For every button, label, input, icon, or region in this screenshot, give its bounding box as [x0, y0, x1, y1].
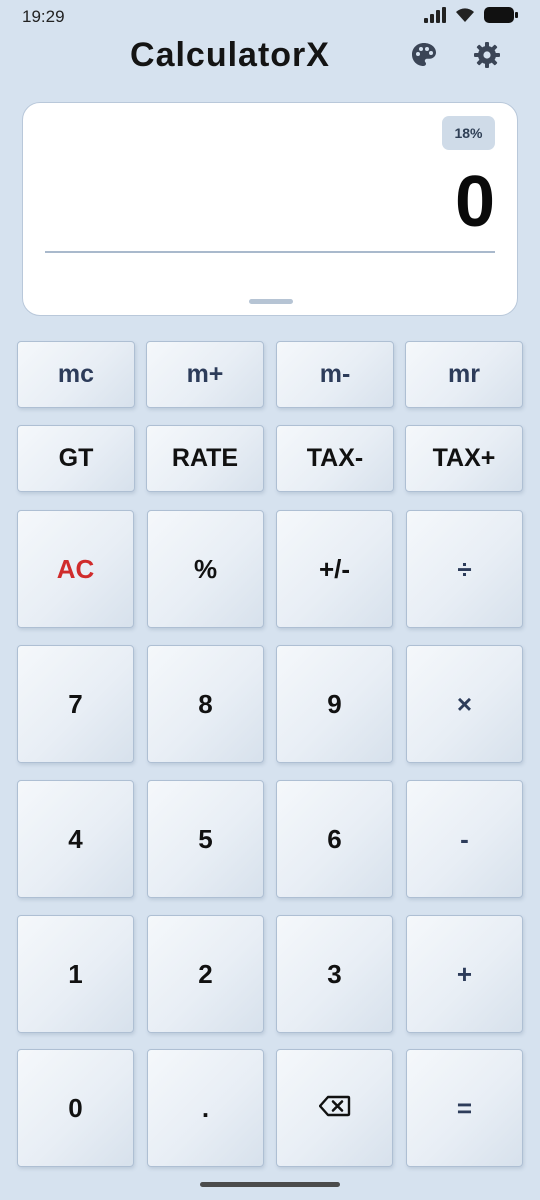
- status-time: 19:29: [22, 7, 65, 26]
- m-plus-button[interactable]: m+: [146, 341, 264, 408]
- digit-0-button[interactable]: 0: [17, 1049, 134, 1167]
- digit-2-button[interactable]: 2: [147, 915, 264, 1033]
- add-button[interactable]: +: [406, 915, 523, 1033]
- subtract-button[interactable]: -: [406, 780, 523, 898]
- plus-minus-button[interactable]: +/-: [276, 510, 393, 628]
- multiply-button[interactable]: ×: [406, 645, 523, 763]
- home-indicator[interactable]: [200, 1182, 340, 1187]
- m-minus-button[interactable]: m-: [276, 341, 394, 408]
- all-clear-button[interactable]: AC: [17, 510, 134, 628]
- decimal-button[interactable]: .: [147, 1049, 264, 1167]
- digit-9-button[interactable]: 9: [276, 645, 393, 763]
- backspace-icon: [318, 1093, 351, 1124]
- mr-button[interactable]: mr: [405, 341, 523, 408]
- divide-button[interactable]: ÷: [406, 510, 523, 628]
- palette-icon[interactable]: [409, 40, 439, 70]
- digit-6-button[interactable]: 6: [276, 780, 393, 898]
- tax-rate-badge[interactable]: 18%: [442, 116, 495, 150]
- tax-plus-button[interactable]: TAX+: [405, 425, 523, 492]
- digit-3-button[interactable]: 3: [276, 915, 393, 1033]
- digit-5-button[interactable]: 5: [147, 780, 264, 898]
- app-title: CalculatorX: [130, 36, 330, 74]
- backspace-button[interactable]: [276, 1049, 393, 1167]
- percent-button[interactable]: %: [147, 510, 264, 628]
- battery-icon: [484, 6, 518, 29]
- equals-button[interactable]: =: [406, 1049, 523, 1167]
- settings-gear-icon[interactable]: [472, 40, 502, 70]
- display-panel: 18% 0: [22, 102, 518, 316]
- wifi-icon: [454, 7, 476, 28]
- digit-8-button[interactable]: 8: [147, 645, 264, 763]
- status-bar: 19:29: [0, 0, 540, 34]
- status-icons: [424, 6, 518, 29]
- tax-minus-button[interactable]: TAX-: [276, 425, 394, 492]
- display-value: 0: [454, 162, 495, 242]
- rate-button[interactable]: RATE: [146, 425, 264, 492]
- drag-handle[interactable]: [249, 299, 293, 304]
- digit-7-button[interactable]: 7: [17, 645, 134, 763]
- gt-button[interactable]: GT: [17, 425, 135, 492]
- digit-4-button[interactable]: 4: [17, 780, 134, 898]
- display-divider: [45, 251, 495, 253]
- signal-icon: [424, 6, 446, 28]
- mc-button[interactable]: mc: [17, 341, 135, 408]
- digit-1-button[interactable]: 1: [17, 915, 134, 1033]
